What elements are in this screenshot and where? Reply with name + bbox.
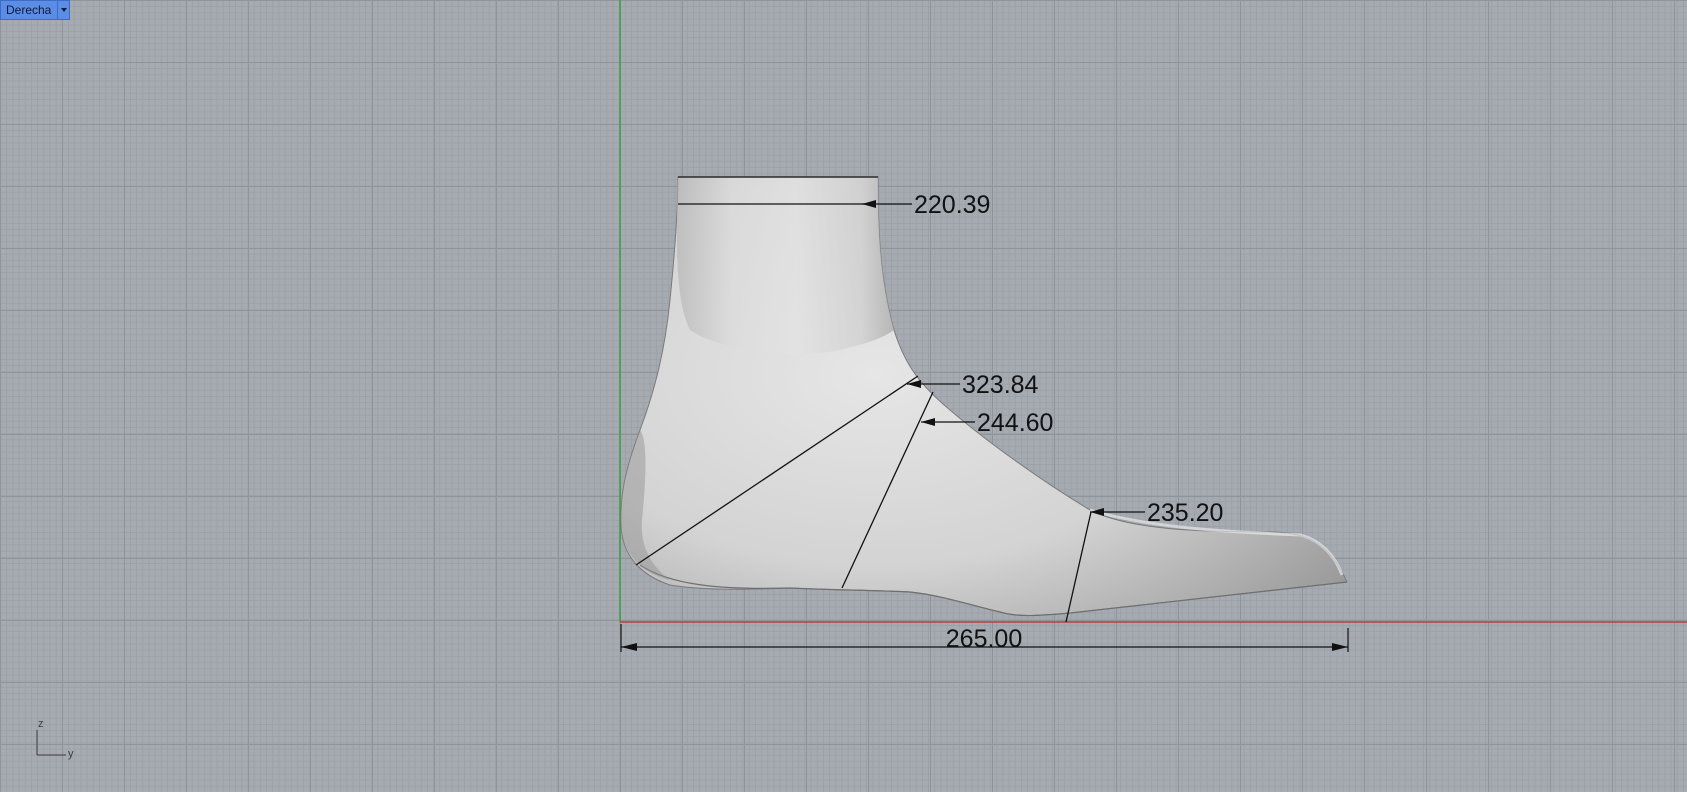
- axis-gizmo-icon: z y: [36, 718, 74, 760]
- axis-y-label: y: [68, 748, 74, 760]
- ball-circumference-label: 235.20: [1147, 499, 1223, 527]
- length-arrow-right: [1332, 643, 1348, 651]
- overall-length-label: 265.00: [946, 625, 1022, 653]
- axis-z-label: z: [38, 718, 44, 730]
- waist-circumference-label: 244.60: [977, 409, 1053, 437]
- length-arrow-left: [621, 643, 637, 651]
- viewport-canvas[interactable]: 220.39 323.84 244.60 235.20 265.00 z y: [0, 0, 1687, 792]
- instep-circumference-label: 323.84: [962, 371, 1039, 399]
- top-circumference-label: 220.39: [914, 191, 990, 219]
